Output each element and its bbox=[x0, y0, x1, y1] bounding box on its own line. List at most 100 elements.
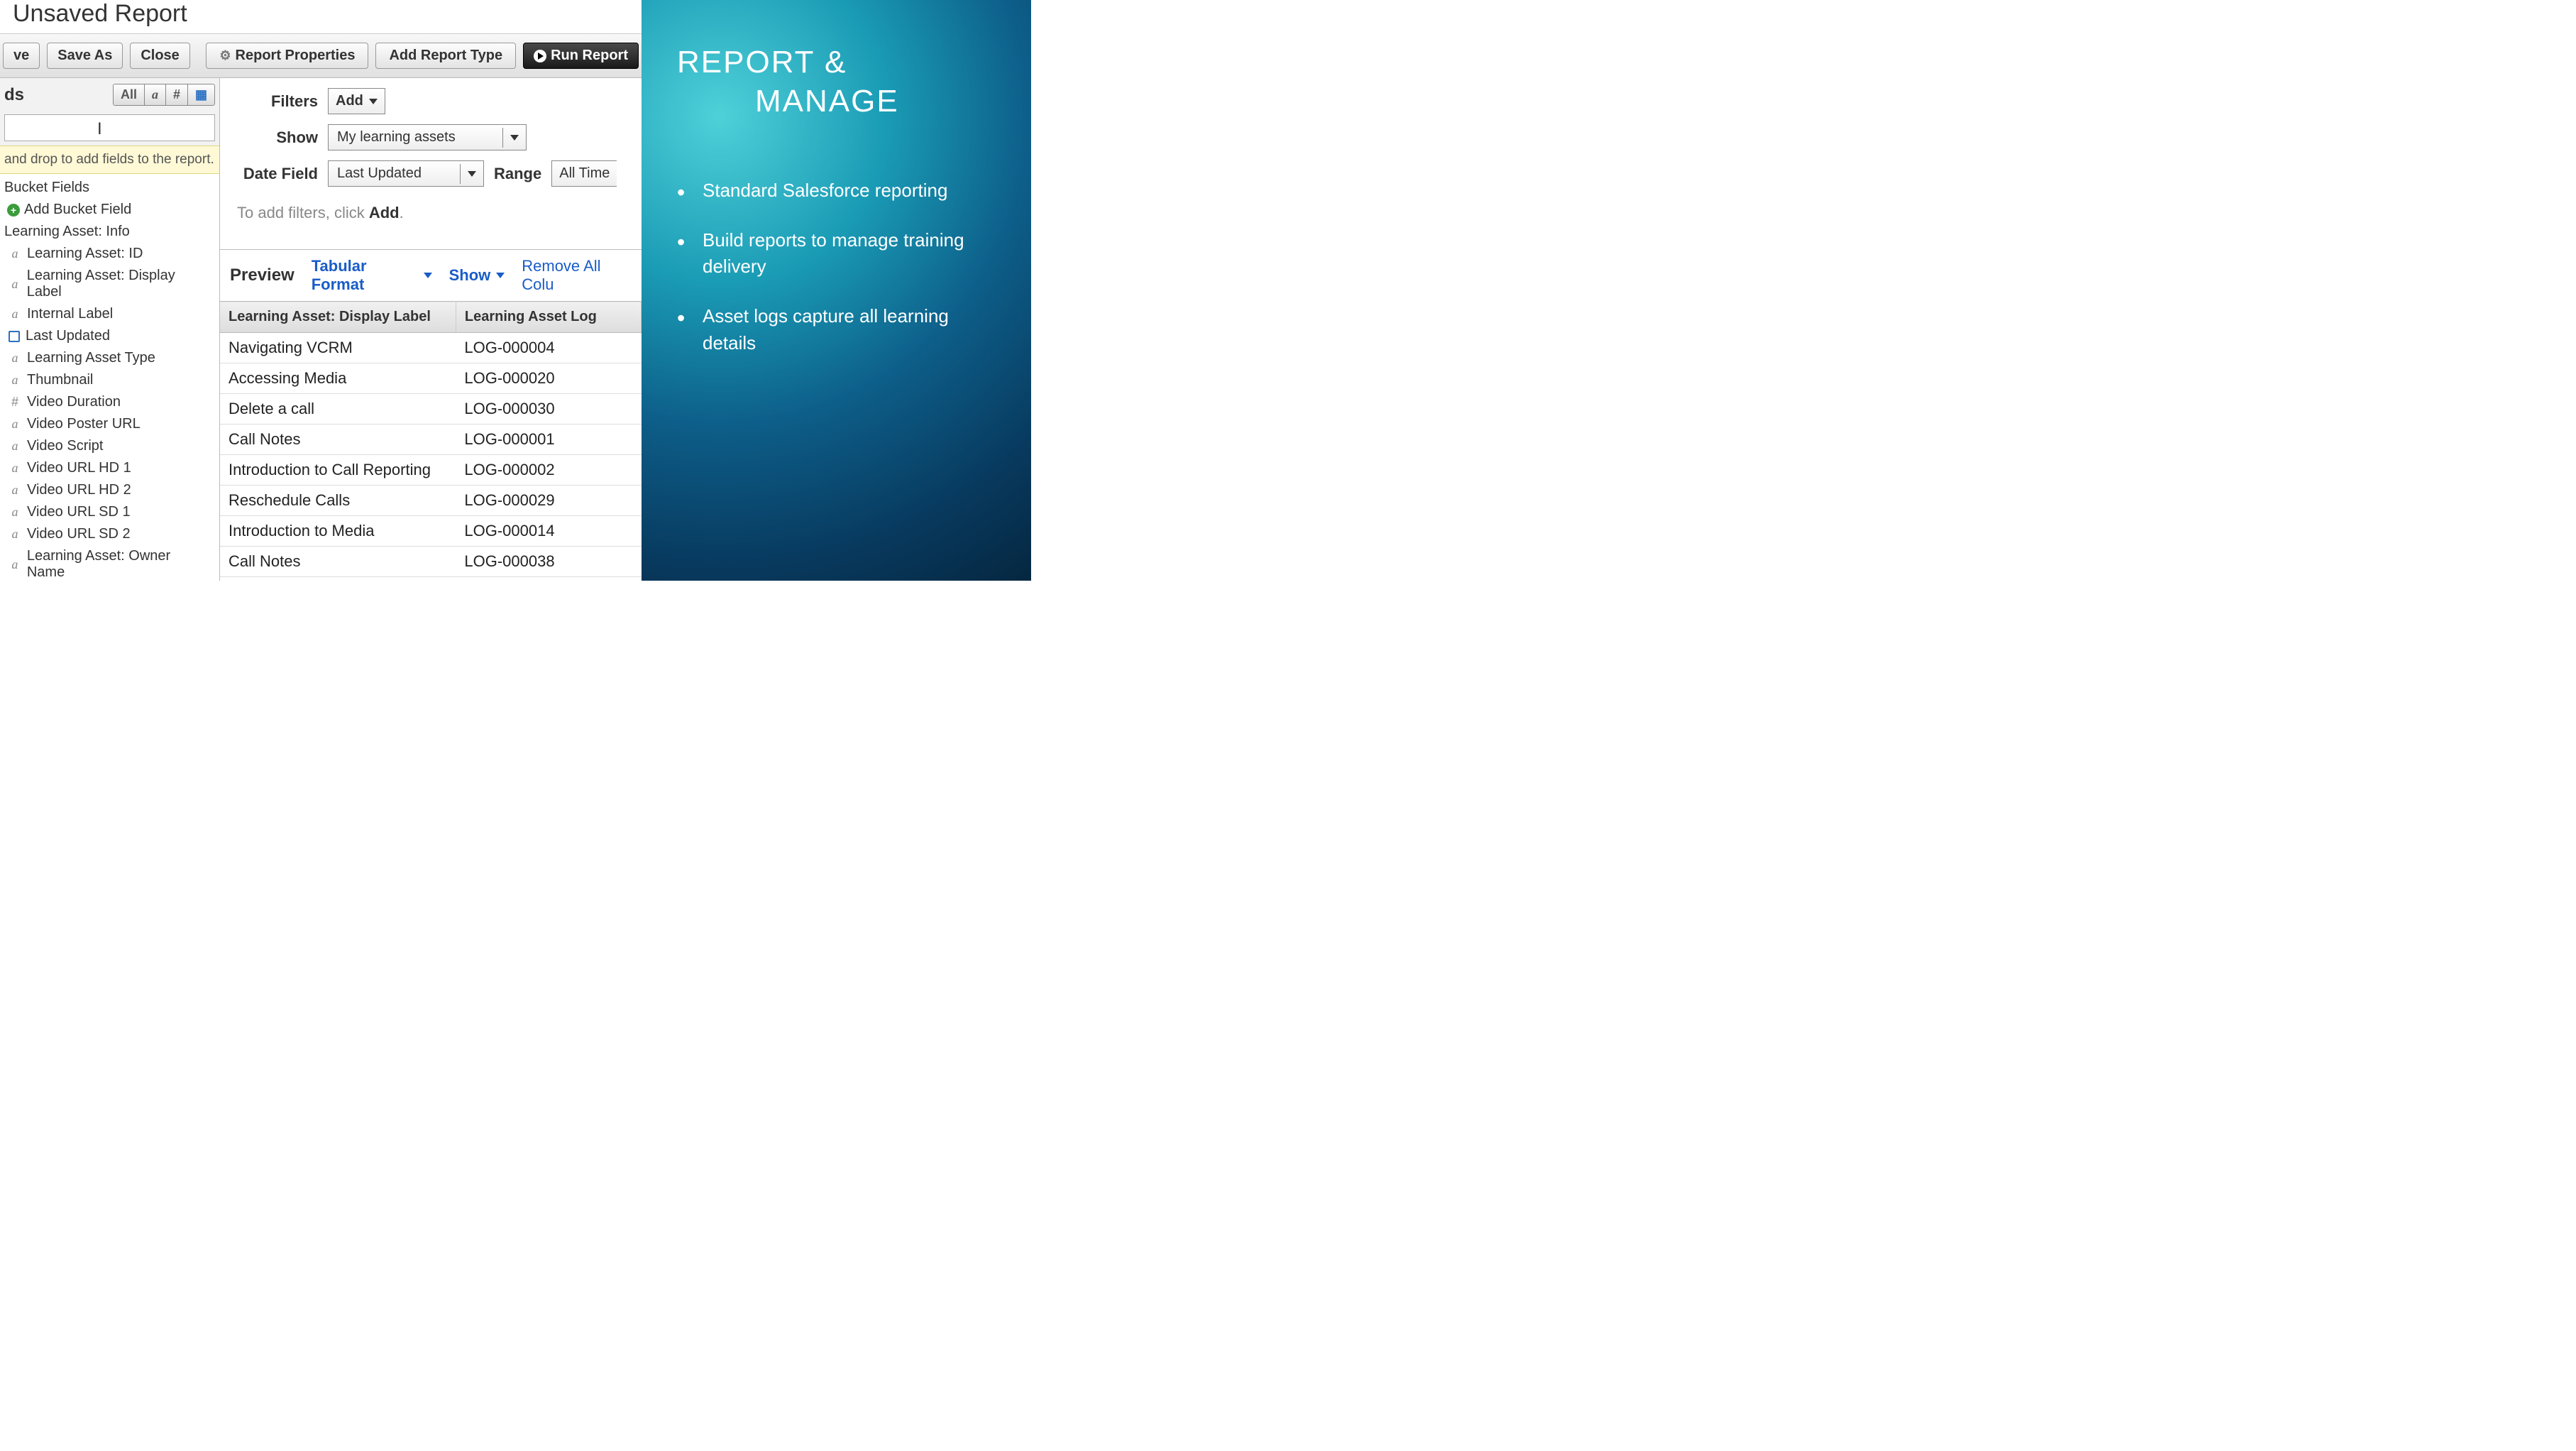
field-item[interactable]: aLearning Asset: Owner Name bbox=[1, 545, 218, 581]
toolbar: ve Save As Close ⚙ Report Properties Add… bbox=[0, 34, 642, 78]
field-item-label: Video URL SD 1 bbox=[27, 504, 131, 520]
table-row[interactable]: Call NotesLOG-000001 bbox=[220, 425, 642, 455]
text-type-icon: a bbox=[9, 461, 21, 476]
add-report-type-button[interactable]: Add Report Type bbox=[375, 43, 516, 69]
filters-label: Filters bbox=[233, 92, 318, 111]
text-type-icon: a bbox=[9, 527, 21, 542]
field-item[interactable]: a Video URL HD 2 bbox=[1, 479, 218, 501]
date-field-label: Date Field bbox=[233, 165, 318, 183]
field-list: Bucket Fields + Add Bucket Field Learnin… bbox=[0, 174, 219, 581]
filter-hint-suffix: . bbox=[400, 204, 404, 221]
number-type-icon: # bbox=[9, 395, 21, 410]
cell-log: LOG-000020 bbox=[456, 363, 641, 394]
text-type-icon: a bbox=[9, 483, 21, 498]
chevron-down-icon bbox=[468, 171, 476, 177]
add-filter-dropdown[interactable]: Add bbox=[328, 88, 385, 114]
filter-area: Filters Add Show My learning assets Date… bbox=[220, 78, 642, 249]
filter-all[interactable]: All bbox=[114, 84, 144, 105]
filter-number[interactable]: # bbox=[165, 84, 187, 105]
chevron-down-icon bbox=[424, 273, 432, 278]
field-item[interactable]: Last Updated bbox=[1, 325, 218, 347]
drag-drop-hint: and drop to add fields to the report. bbox=[0, 146, 219, 174]
gear-icon: ⚙ bbox=[219, 48, 231, 63]
text-type-icon: a bbox=[9, 417, 21, 432]
salesforce-report-builder: Unsaved Report ve Save As Close ⚙ Report… bbox=[0, 0, 642, 581]
add-bucket-label: Add Bucket Field bbox=[24, 202, 131, 218]
table-row[interactable]: Introduction to Call ReportingLOG-000002 bbox=[220, 455, 642, 486]
field-item[interactable]: aInternal Label bbox=[1, 303, 218, 325]
add-filter-label: Add bbox=[336, 93, 363, 109]
cell-log: LOG-000002 bbox=[456, 455, 641, 486]
report-properties-button[interactable]: ⚙ Report Properties bbox=[206, 43, 368, 69]
field-item-label: Internal Label bbox=[27, 306, 113, 322]
run-report-label: Run Report bbox=[551, 48, 628, 64]
field-item[interactable]: aVideo Poster URL bbox=[1, 413, 218, 435]
table-row[interactable]: Delete a callLOG-000030 bbox=[220, 394, 642, 425]
date-field-dropdown[interactable]: Last Updated bbox=[328, 160, 484, 187]
text-type-icon: a bbox=[9, 505, 21, 520]
field-item[interactable]: aVideo URL HD 1 bbox=[1, 457, 218, 479]
cell-display-label: Navigating VCRM bbox=[220, 333, 456, 363]
table-row[interactable]: Introduction to MediaLOG-000014 bbox=[220, 516, 642, 547]
filter-date[interactable]: ▦ bbox=[187, 84, 214, 105]
close-button[interactable]: Close bbox=[130, 43, 189, 69]
field-item[interactable]: aLearning Asset: ID bbox=[1, 243, 218, 265]
field-item[interactable]: a Video URL SD 1 bbox=[1, 501, 218, 523]
cell-display-label: Accessing Media bbox=[220, 363, 456, 394]
field-item-label: Last Updated bbox=[26, 328, 110, 344]
cell-log: LOG-000029 bbox=[456, 486, 641, 516]
filter-hint: To add filters, click Add. bbox=[233, 197, 629, 243]
table-row[interactable]: Call NotesLOG-000038 bbox=[220, 547, 642, 577]
slide-bullet: Build reports to manage training deliver… bbox=[677, 227, 996, 280]
table-row[interactable]: Reschedule CallsLOG-000029 bbox=[220, 486, 642, 516]
preview-label: Preview bbox=[230, 265, 295, 285]
table-row[interactable]: Navigating VCRMLOG-000004 bbox=[220, 333, 642, 363]
run-report-button[interactable]: Run Report bbox=[523, 43, 639, 69]
table-row[interactable]: Accessing MediaLOG-000020 bbox=[220, 363, 642, 394]
field-item-label: Learning Asset Type bbox=[27, 350, 155, 366]
show-columns-dropdown[interactable]: Show bbox=[449, 266, 505, 285]
text-type-icon: a bbox=[9, 277, 21, 292]
text-type-icon: a bbox=[9, 439, 21, 454]
column-header-display-label[interactable]: Learning Asset: Display Label bbox=[220, 302, 456, 333]
slide-title-line1: REPORT & bbox=[677, 45, 847, 80]
column-header-log[interactable]: Learning Asset Log bbox=[456, 302, 641, 333]
save-as-button[interactable]: Save As bbox=[47, 43, 123, 69]
remove-all-columns-link[interactable]: Remove All Colu bbox=[522, 257, 632, 294]
field-item-label: Video URL SD 2 bbox=[27, 526, 131, 542]
slide-panel: REPORT & MANAGE Standard Salesforce repo… bbox=[642, 0, 1031, 581]
field-item[interactable]: a Learning Asset Type bbox=[1, 347, 218, 369]
field-item-label: Video Duration bbox=[27, 394, 121, 410]
text-type-icon: a bbox=[9, 246, 21, 261]
text-type-icon: a bbox=[9, 557, 21, 572]
add-bucket-field[interactable]: + Add Bucket Field bbox=[1, 199, 218, 221]
field-item[interactable]: a Video Script bbox=[1, 435, 218, 457]
cell-display-label: Reschedule Calls bbox=[220, 486, 456, 516]
text-type-icon: a bbox=[9, 351, 21, 366]
text-type-icon: a bbox=[9, 373, 21, 388]
cell-log: LOG-000001 bbox=[456, 425, 641, 455]
format-dropdown[interactable]: Tabular Format bbox=[312, 257, 432, 294]
field-item[interactable]: a Learning Asset: Display Label bbox=[1, 265, 218, 303]
field-item[interactable]: aThumbnail bbox=[1, 369, 218, 391]
field-item[interactable]: a Video URL SD 2 bbox=[1, 523, 218, 545]
field-search-input[interactable]: I bbox=[4, 114, 215, 141]
field-item-label: Video Script bbox=[27, 438, 103, 454]
preview-table: Learning Asset: Display Label Learning A… bbox=[220, 301, 642, 577]
filter-hint-bold: Add bbox=[369, 204, 400, 221]
field-item[interactable]: # Video Duration bbox=[1, 391, 218, 413]
field-item-label: Video URL HD 2 bbox=[27, 482, 131, 498]
show-dropdown[interactable]: My learning assets bbox=[328, 124, 527, 150]
preview-toolbar: Preview Tabular Format Show Remove All C… bbox=[220, 249, 642, 301]
range-label: Range bbox=[494, 165, 541, 183]
range-dropdown[interactable]: All Time bbox=[551, 160, 617, 187]
report-title: Unsaved Report bbox=[0, 0, 642, 34]
field-type-filter: All a # ▦ bbox=[113, 84, 215, 106]
show-value: My learning assets bbox=[329, 125, 464, 150]
field-item-label: Learning Asset: Display Label bbox=[27, 268, 211, 300]
filter-text[interactable]: a bbox=[144, 84, 165, 105]
chevron-down-icon bbox=[496, 273, 505, 278]
format-label: Tabular Format bbox=[312, 257, 418, 294]
save-button[interactable]: ve bbox=[3, 43, 40, 69]
report-main: Filters Add Show My learning assets Date… bbox=[220, 78, 642, 581]
